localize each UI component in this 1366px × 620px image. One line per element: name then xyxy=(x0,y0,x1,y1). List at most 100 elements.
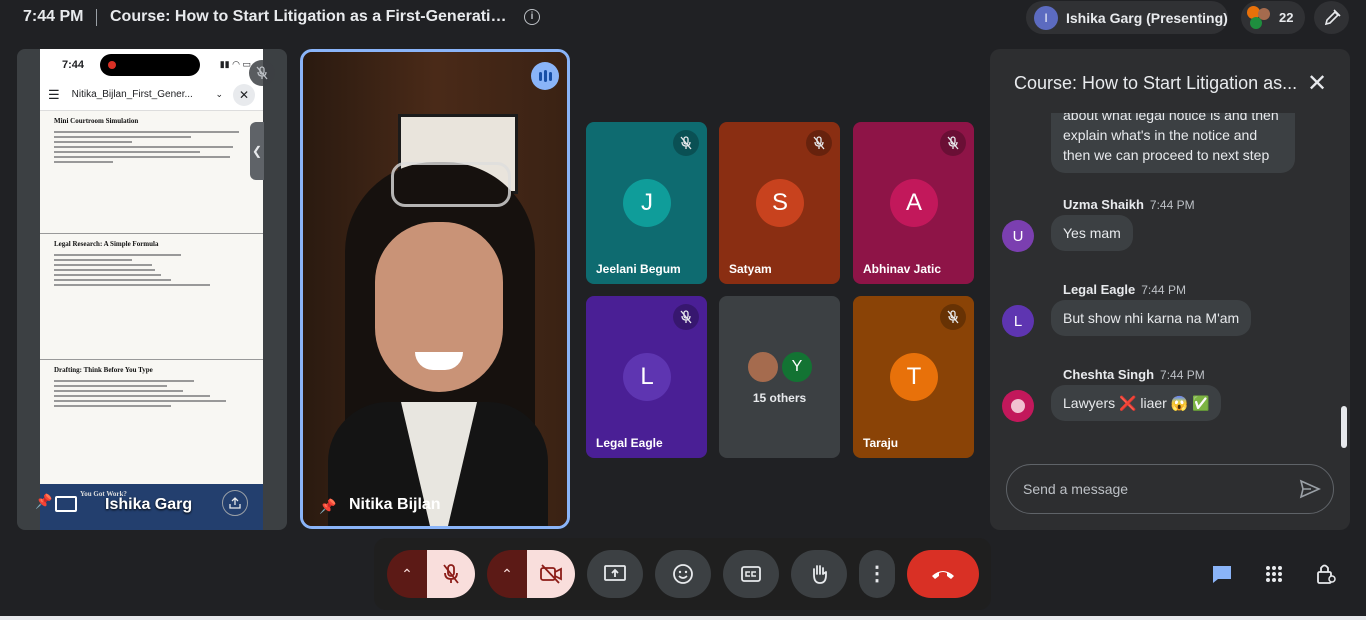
more-vert-icon: ⋮ xyxy=(867,563,887,585)
participant-tile[interactable]: J Jeelani Begum xyxy=(586,122,707,284)
avatar xyxy=(746,350,780,384)
shared-phone-screen: 7:44 ▮▮ ◠ ▭ ☰ Nitika_Bijlan_First_Gener.… xyxy=(40,49,263,530)
pdf-viewer-bar: ☰ Nitika_Bijlan_First_Gener... ⌄ ✕ xyxy=(40,79,263,111)
chat-message-bubble: about what legal notice is and then expl… xyxy=(1051,113,1295,173)
avatar: S xyxy=(756,179,804,227)
message-input[interactable]: Send a message xyxy=(1006,464,1334,514)
chevron-left-icon: ❮ xyxy=(250,122,264,180)
avatar: L xyxy=(1002,305,1034,337)
participant-count: 22 xyxy=(1279,10,1294,25)
chat-scrollbar[interactable] xyxy=(1341,406,1347,448)
doc-page: Mini Courtroom Simulation xyxy=(40,111,263,234)
message-list[interactable]: about what legal notice is and then expl… xyxy=(990,113,1350,445)
participant-name: Satyam xyxy=(729,262,772,276)
participant-name: Legal Eagle xyxy=(596,436,663,450)
close-icon[interactable]: ✕ xyxy=(1304,70,1330,97)
participant-tile[interactable]: T Taraju xyxy=(853,296,974,458)
others-count-label: 15 others xyxy=(752,391,807,405)
phone-time: 7:44 xyxy=(62,59,85,71)
sender-name: Legal Eagle xyxy=(1063,282,1136,297)
message-sender: Uzma Shaikh 7:44 PM xyxy=(1063,197,1195,212)
info-icon[interactable]: i xyxy=(524,9,540,25)
share-icon[interactable] xyxy=(222,490,248,516)
doc-page: Legal Research: A Simple Formula xyxy=(40,234,263,360)
annotate-button[interactable] xyxy=(1314,1,1349,34)
avatar: A xyxy=(890,179,938,227)
dynamic-island xyxy=(100,54,200,76)
top-bar: 7:44 PM Course: How to Start Litigation … xyxy=(0,0,1366,36)
raise-hand-button[interactable] xyxy=(791,550,847,598)
participant-tile[interactable]: A Abhinav Jatic xyxy=(853,122,974,284)
camera-toggle-button[interactable] xyxy=(527,550,575,598)
chat-message-bubble: But show nhi karna na M'am xyxy=(1051,300,1252,336)
hang-up-icon xyxy=(932,571,954,579)
doc-heading: Drafting: Think Before You Type xyxy=(54,366,153,374)
activities-button[interactable] xyxy=(1252,552,1296,596)
video-options-button[interactable]: ⌃ xyxy=(487,550,527,598)
mic-off-icon xyxy=(249,60,275,86)
more-options-button[interactable]: ⋮ xyxy=(859,550,895,598)
participant-name: Taraju xyxy=(863,436,899,450)
present-screen-icon xyxy=(604,565,626,581)
speaking-indicator-icon xyxy=(531,62,559,90)
present-screen-icon xyxy=(55,496,77,512)
divider xyxy=(96,9,97,26)
sender-name: Uzma Shaikh xyxy=(1063,197,1144,212)
emoji-icon xyxy=(673,564,693,584)
close-icon: ✕ xyxy=(233,83,255,106)
apps-grid-icon xyxy=(1266,566,1282,582)
others-tile[interactable]: Y 15 others xyxy=(719,296,840,458)
participant-tile[interactable]: S Satyam xyxy=(719,122,840,284)
mic-off-icon xyxy=(673,130,699,156)
presenter-avatar: I xyxy=(1034,5,1058,30)
captions-button[interactable] xyxy=(723,550,779,598)
chat-message-bubble: Lawyers ❌ liaer 😱 ✅ xyxy=(1051,385,1222,421)
pin-icon: 📌 xyxy=(319,498,337,514)
window-bottom-edge xyxy=(0,616,1366,620)
avatar: Y xyxy=(780,350,814,384)
chat-panel: Course: How to Start Litigation as... ✕ … xyxy=(990,49,1350,530)
mic-toggle-button[interactable] xyxy=(427,550,475,598)
reactions-button[interactable] xyxy=(655,550,711,598)
presenter-name: Ishika Garg xyxy=(105,496,193,513)
presenter-chip[interactable]: I Ishika Garg (Presenting) xyxy=(1026,1,1228,34)
presenter-label: Ishika Garg (Presenting) xyxy=(1066,9,1228,26)
participant-name: Jeelani Begum xyxy=(596,262,681,276)
participants-avatars-icon xyxy=(1247,5,1271,30)
participant-name: Abhinav Jatic xyxy=(863,262,942,276)
captions-icon xyxy=(741,566,761,582)
message-sender: Cheshta Singh 7:44 PM xyxy=(1063,367,1205,382)
participant-tile[interactable]: L Legal Eagle xyxy=(586,296,707,458)
mic-off-icon xyxy=(806,130,832,156)
leave-call-button[interactable] xyxy=(907,550,979,598)
hand-icon xyxy=(813,565,827,584)
mic-off-icon xyxy=(940,304,966,330)
chat-button[interactable] xyxy=(1200,552,1244,596)
doc-heading: Legal Research: A Simple Formula xyxy=(54,240,159,248)
audio-options-button[interactable]: ⌃ xyxy=(387,550,427,598)
screen-share-tile[interactable]: 7:44 ▮▮ ◠ ▭ ☰ Nitika_Bijlan_First_Gener.… xyxy=(17,49,287,530)
present-button[interactable] xyxy=(587,550,643,598)
chevron-up-icon: ⌃ xyxy=(501,565,513,582)
doc-heading: Mini Courtroom Simulation xyxy=(54,117,139,125)
message-time: 7:44 PM xyxy=(1160,368,1205,382)
menu-icon: ☰ xyxy=(48,86,60,102)
avatar: T xyxy=(890,353,938,401)
clock: 7:44 PM xyxy=(23,8,84,25)
meeting-title: Course: How to Start Litigation as a Fir… xyxy=(110,8,510,25)
active-speaker-tile[interactable]: 📌 Nitika Bijlan xyxy=(300,49,570,529)
avatar: J xyxy=(623,179,671,227)
pdf-file-name: Nitika_Bijlan_First_Gener... xyxy=(71,89,193,100)
message-time: 7:44 PM xyxy=(1141,283,1186,297)
mic-off-icon xyxy=(673,304,699,330)
host-controls-button[interactable] xyxy=(1304,552,1348,596)
signal-battery-icon: ▮▮ ◠ ▭ xyxy=(219,59,251,69)
message-input-placeholder: Send a message xyxy=(1023,481,1129,497)
participants-chip[interactable]: 22 xyxy=(1241,1,1305,34)
avatar: L xyxy=(623,353,671,401)
pin-icon: 📌 xyxy=(35,493,53,509)
chevron-down-icon: ⌄ xyxy=(215,89,223,99)
chat-message-bubble: Yes mam xyxy=(1051,215,1133,251)
message-sender: Legal Eagle 7:44 PM xyxy=(1063,282,1186,297)
chat-title: Course: How to Start Litigation as... xyxy=(1014,73,1298,93)
